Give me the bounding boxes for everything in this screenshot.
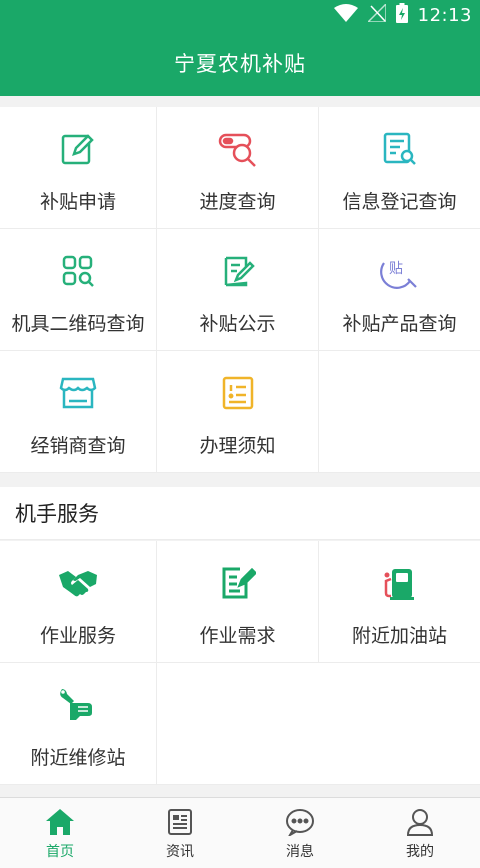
battery-charging-icon bbox=[395, 3, 408, 27]
svg-text:贴: 贴 bbox=[389, 261, 403, 277]
chat-bubble-icon bbox=[284, 806, 316, 838]
app-header: 宁夏农机补贴 bbox=[0, 30, 480, 96]
grid-item-label: 作业需求 bbox=[199, 625, 276, 647]
no-signal-icon bbox=[365, 2, 387, 26]
demand-edit-icon bbox=[218, 563, 258, 603]
subsidy-publicity-button[interactable]: 补贴公示 bbox=[157, 229, 319, 351]
status-icons: 12:13 bbox=[333, 2, 472, 27]
main-services-grid: 补贴申请 进度查询 信息登记查询 机具二维码查询 补贴公示 贴 补贴产品查询 经… bbox=[0, 107, 480, 473]
grid-item-label: 机具二维码查询 bbox=[11, 313, 145, 335]
grid-item-label: 补贴公示 bbox=[199, 313, 276, 335]
empty-cell bbox=[319, 351, 480, 473]
tab-mine[interactable]: 我的 bbox=[360, 798, 480, 868]
grid-item-label: 信息登记查询 bbox=[342, 191, 457, 213]
grid-item-label: 作业服务 bbox=[39, 625, 116, 647]
procedure-notice-button[interactable]: 办理须知 bbox=[157, 351, 319, 473]
notice-icon bbox=[218, 373, 258, 413]
grid-item-label: 进度查询 bbox=[199, 191, 276, 213]
tab-messages[interactable]: 消息 bbox=[240, 798, 360, 868]
grid-item-label: 经销商查询 bbox=[30, 435, 126, 457]
empty-cell bbox=[157, 663, 319, 785]
page-title: 宁夏农机补贴 bbox=[174, 52, 306, 76]
grid-item-label: 附近维修站 bbox=[30, 747, 126, 769]
tab-label: 消息 bbox=[286, 844, 314, 860]
progress-search-icon bbox=[218, 129, 258, 169]
work-service-button[interactable]: 作业服务 bbox=[0, 541, 157, 663]
clipboard-pen-icon bbox=[218, 251, 258, 291]
operator-services-grid: 作业服务 作业需求 附近加油站 附近维修站 bbox=[0, 541, 480, 785]
info-registration-query-button[interactable]: 信息登记查询 bbox=[319, 107, 480, 229]
gas-station-icon bbox=[380, 563, 420, 603]
form-search-icon bbox=[380, 129, 420, 169]
grid-item-label: 补贴申请 bbox=[39, 191, 116, 213]
tab-home[interactable]: 首页 bbox=[0, 798, 120, 868]
qrcode-search-icon bbox=[58, 251, 98, 291]
nearby-repair-station-button[interactable]: 附近维修站 bbox=[0, 663, 157, 785]
qrcode-query-button[interactable]: 机具二维码查询 bbox=[0, 229, 157, 351]
status-bar: 12:13 bbox=[0, 0, 480, 30]
grid-item-label: 补贴产品查询 bbox=[342, 313, 457, 335]
subsidy-product-search-icon: 贴 bbox=[379, 251, 420, 291]
progress-query-button[interactable]: 进度查询 bbox=[157, 107, 319, 229]
subsidy-apply-button[interactable]: 补贴申请 bbox=[0, 107, 157, 229]
tab-label: 资讯 bbox=[166, 844, 194, 860]
user-icon bbox=[404, 806, 436, 838]
section-header-operator-services: 机手服务 bbox=[0, 487, 480, 540]
section-title: 机手服务 bbox=[15, 502, 99, 526]
nearby-gas-station-button[interactable]: 附近加油站 bbox=[319, 541, 480, 663]
work-demand-button[interactable]: 作业需求 bbox=[157, 541, 319, 663]
wrench-hand-icon bbox=[58, 685, 98, 725]
empty-cell bbox=[319, 663, 480, 785]
tab-label: 我的 bbox=[406, 844, 434, 860]
handshake-icon bbox=[58, 563, 98, 603]
dealer-query-button[interactable]: 经销商查询 bbox=[0, 351, 157, 473]
subsidy-product-query-button[interactable]: 贴 补贴产品查询 bbox=[319, 229, 480, 351]
status-time: 12:13 bbox=[417, 4, 472, 26]
tab-label: 首页 bbox=[46, 844, 74, 860]
grid-item-label: 办理须知 bbox=[199, 435, 276, 457]
news-icon bbox=[164, 806, 196, 838]
home-icon bbox=[44, 806, 76, 838]
tab-news[interactable]: 资讯 bbox=[120, 798, 240, 868]
wifi-icon bbox=[333, 4, 358, 26]
store-icon bbox=[58, 373, 98, 413]
grid-item-label: 附近加油站 bbox=[351, 625, 447, 647]
bottom-tab-bar: 首页 资讯 消息 我的 bbox=[0, 797, 480, 868]
edit-icon bbox=[58, 129, 98, 169]
